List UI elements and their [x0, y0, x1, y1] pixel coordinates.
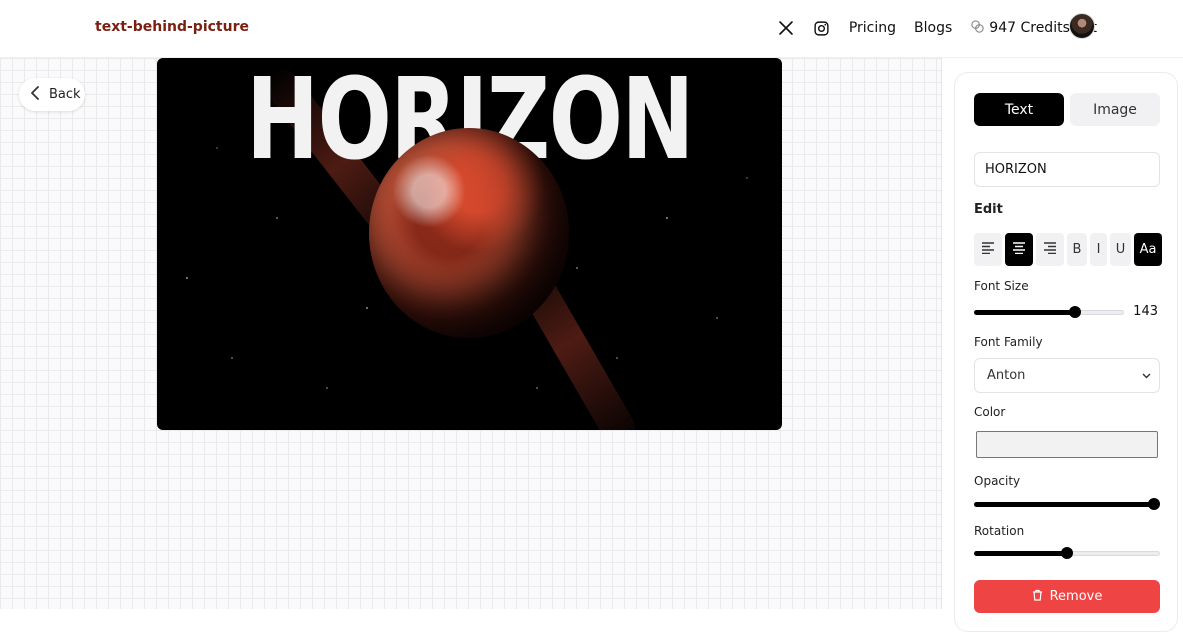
- chevron-down-icon: [1142, 368, 1151, 383]
- font-size-slider[interactable]: [974, 306, 1124, 318]
- edit-section-label: Edit: [974, 202, 1003, 217]
- underline-button[interactable]: U: [1110, 233, 1131, 266]
- user-avatar[interactable]: [1069, 13, 1095, 39]
- color-label: Color: [974, 405, 1006, 419]
- align-left-icon: [981, 241, 995, 258]
- tab-image[interactable]: Image: [1070, 93, 1160, 126]
- back-button[interactable]: Back: [19, 78, 85, 111]
- font-family-select[interactable]: Anton: [974, 358, 1160, 393]
- nav-blogs-link[interactable]: Blogs: [914, 20, 952, 36]
- align-left-button[interactable]: [974, 233, 1002, 266]
- text-format-toolbar: B I U Aa: [974, 233, 1162, 266]
- nav-pricing-link[interactable]: Pricing: [849, 20, 896, 36]
- bold-button[interactable]: B: [1067, 233, 1087, 266]
- font-size-label: Font Size: [974, 279, 1029, 293]
- brand-logo-text[interactable]: text-behind-picture: [95, 19, 249, 35]
- font-size-value: 143: [1133, 304, 1158, 319]
- font-family-label: Font Family: [974, 335, 1043, 349]
- planet-foreground: [369, 128, 569, 338]
- opacity-label: Opacity: [974, 474, 1021, 488]
- font-family-value: Anton: [987, 368, 1026, 383]
- back-label: Back: [49, 87, 81, 102]
- tab-text[interactable]: Text: [974, 93, 1064, 126]
- remove-button[interactable]: Remove: [974, 580, 1160, 613]
- rotation-slider[interactable]: [974, 547, 1160, 559]
- align-center-icon: [1012, 241, 1026, 258]
- align-right-icon: [1043, 241, 1057, 258]
- remove-label: Remove: [1049, 589, 1103, 604]
- align-right-button[interactable]: [1036, 233, 1064, 266]
- text-case-button[interactable]: Aa: [1134, 233, 1162, 266]
- italic-button[interactable]: I: [1090, 233, 1107, 266]
- x-logo-icon[interactable]: [777, 19, 795, 37]
- trash-icon: [1032, 589, 1043, 605]
- editor-canvas-area: Back HORIZON: [0, 58, 942, 609]
- edited-image-preview[interactable]: HORIZON: [157, 58, 782, 430]
- top-nav: Pricing Blogs 947 Credits left: [777, 14, 1097, 42]
- top-header: text-behind-picture Pricing Blogs 947 Cr…: [0, 0, 1183, 58]
- text-content-input[interactable]: [974, 152, 1160, 187]
- align-center-button[interactable]: [1005, 233, 1033, 266]
- instagram-icon[interactable]: [813, 19, 831, 37]
- rotation-label: Rotation: [974, 524, 1025, 538]
- opacity-slider[interactable]: [974, 498, 1160, 510]
- coins-icon: [970, 19, 985, 38]
- text-settings-panel: Text Image Edit B I U Aa Font Size 143 F: [954, 72, 1178, 632]
- chevron-left-icon: [29, 85, 41, 104]
- color-picker-swatch[interactable]: [976, 431, 1158, 458]
